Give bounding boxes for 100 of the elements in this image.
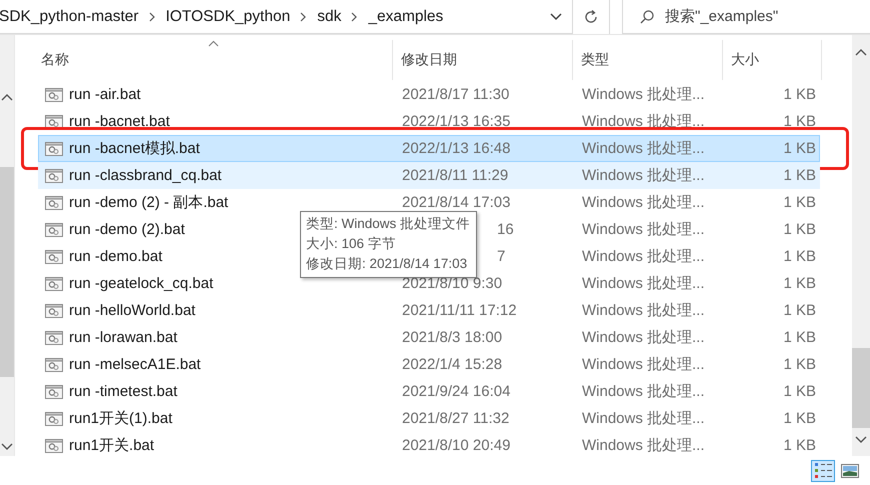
breadcrumb[interactable]: SDK_python-master: [0, 8, 139, 26]
date-cell: 2021/8/10 9:30: [402, 275, 502, 292]
file-name: run -demo (2).bat: [69, 221, 185, 238]
scrollbar[interactable]: [852, 35, 870, 456]
type-cell-text: Windows 批处理...: [581, 274, 706, 293]
view-button[interactable]: [811, 460, 835, 482]
chevron-right-icon[interactable]: [148, 12, 156, 22]
date-cell: 2021/8/17 11:30: [402, 86, 510, 103]
size-cell-text: 1 KB: [782, 167, 816, 184]
size-cell-text: 1 KB: [782, 410, 816, 427]
file-name: run -demo.bat: [69, 248, 162, 265]
batch-file-icon: [45, 250, 63, 264]
scroll-thumb[interactable]: [0, 167, 14, 377]
type-cell-text: Windows 批处理...: [581, 220, 706, 239]
column-header[interactable]: 名称: [38, 40, 393, 80]
type-cell-text: Windows 批处理...: [581, 139, 706, 158]
file-name: run -melsecA1E.bat: [69, 356, 201, 373]
file-name: run -bacnet.bat: [69, 113, 170, 130]
type-cell-text: Windows 批处理...: [581, 355, 706, 374]
type-cell-text: Windows 批处理...: [581, 247, 706, 266]
batch-file-icon: [45, 358, 63, 372]
batch-file-icon: [45, 438, 63, 452]
column-header[interactable]: 大小: [723, 40, 822, 80]
file-name: run -demo (2) - 副本.bat: [69, 193, 228, 212]
file-name: run -classbrand_cq.bat: [69, 167, 222, 184]
batch-file-icon: [45, 142, 63, 156]
type-cell-text: Windows 批处理...: [581, 382, 706, 401]
type-cell-text: Windows 批处理...: [581, 85, 706, 104]
size-cell-text: 1 KB: [782, 140, 816, 157]
size-cell-text: 1 KB: [782, 248, 816, 265]
date-cell: 2021/8/27 11:32: [402, 410, 510, 427]
batch-file-icon: [45, 168, 63, 182]
type-cell-text: Windows 批处理...: [581, 301, 706, 320]
batch-file-icon: [45, 412, 63, 426]
scroll-up-icon[interactable]: [1, 93, 13, 101]
file-row[interactable]: run -bacnet模拟.bat 2022/1/13 16:48 Windows 批处理... 1 KB: [38, 135, 820, 162]
date-cell: 2021/8/3 18:00: [402, 329, 502, 346]
type-cell-text: Windows 批处理...: [581, 193, 706, 212]
scroll-down-icon[interactable]: [855, 436, 867, 444]
breadcrumb[interactable]: _examples: [368, 8, 444, 26]
type-cell-text: Windows 批处理...: [581, 328, 706, 347]
size-cell-text: 1 KB: [782, 383, 816, 400]
column-header[interactable]: 类型: [573, 40, 723, 80]
scroll-up-icon[interactable]: [855, 48, 867, 56]
date-cell: 2021/8/14 17:03: [402, 194, 510, 211]
size-cell-text: 1 KB: [782, 86, 816, 103]
date-cell: 2022/1/13 16:35: [402, 113, 510, 130]
address-bar[interactable]: SDK_python-master IOTOSDK_python sdk _examples: [0, 0, 573, 34]
size-cell-text: 1 KB: [782, 302, 816, 319]
batch-file-icon: [45, 196, 63, 210]
date-cell: 16: [497, 221, 514, 238]
chevron-right-icon[interactable]: [351, 12, 358, 22]
batch-file-icon: [45, 276, 63, 290]
type-cell-text: Windows 批处理...: [581, 166, 706, 185]
size-cell-text: 1 KB: [782, 275, 816, 292]
tooltip-text: 修改日期: 2021/8/14 17:03: [306, 255, 468, 273]
search-icon: [639, 8, 655, 24]
file-name: run1开关.bat: [69, 436, 154, 455]
file-name: run -bacnet模拟.bat: [69, 139, 200, 158]
batch-file-icon: [45, 114, 63, 128]
breadcrumb[interactable]: IOTOSDK_python: [166, 8, 290, 26]
file-row[interactable]: run -classbrand_cq.bat 2021/8/11 11:29 Windows 批处理... 1 KB: [38, 162, 820, 189]
date-cell: 2021/11/11 17:12: [402, 302, 517, 319]
file-name: run -geatelock_cq.bat: [69, 275, 214, 292]
details-view-icon: [814, 461, 832, 480]
scrollbar[interactable]: [0, 35, 15, 456]
size-cell-text: 1 KB: [782, 194, 816, 211]
search-field[interactable]: 搜索"_examples": [622, 0, 870, 34]
date-cell: 2021/9/24 16:04: [402, 383, 510, 400]
file-name: run -air.bat: [69, 86, 141, 103]
size-cell-text: 1 KB: [782, 221, 816, 238]
tooltip-text: 类型: Windows 批处理文件: [306, 215, 470, 233]
column-header[interactable]: 修改日期: [393, 40, 573, 80]
breadcrumb[interactable]: sdk: [317, 8, 342, 26]
date-cell: 2022/1/13 16:48: [402, 140, 510, 157]
tooltip-text: 大小: 106 字节: [306, 235, 397, 253]
scroll-thumb[interactable]: [852, 348, 870, 428]
batch-file-icon: [45, 222, 63, 236]
type-cell-text: Windows 批处理...: [581, 436, 706, 455]
file-name: run -lorawan.bat: [69, 329, 178, 346]
date-cell: 7: [497, 248, 506, 265]
size-cell-text: 1 KB: [782, 329, 816, 346]
search-input[interactable]: 搜索"_examples": [665, 8, 855, 25]
date-cell: 2022/1/4 15:28: [402, 356, 502, 373]
preview-view-icon: [841, 464, 859, 478]
batch-file-icon: [45, 304, 63, 318]
file-name: run1开关(1).bat: [69, 409, 172, 428]
refresh-icon: [583, 9, 599, 25]
file-name: run -helloWorld.bat: [69, 302, 196, 319]
type-cell-text: Windows 批处理...: [581, 409, 706, 428]
scroll-down-icon[interactable]: [1, 443, 13, 451]
file-name: run -timetest.bat: [69, 383, 178, 400]
batch-file-icon: [45, 384, 63, 398]
chevron-right-icon[interactable]: [300, 12, 308, 22]
size-cell-text: 1 KB: [782, 437, 816, 454]
batch-file-icon: [45, 88, 63, 102]
size-cell-text: 1 KB: [782, 113, 816, 130]
chevron-down-icon: [550, 13, 562, 21]
size-cell-text: 1 KB: [782, 356, 816, 373]
date-cell: 2021/8/11 11:29: [402, 167, 508, 184]
